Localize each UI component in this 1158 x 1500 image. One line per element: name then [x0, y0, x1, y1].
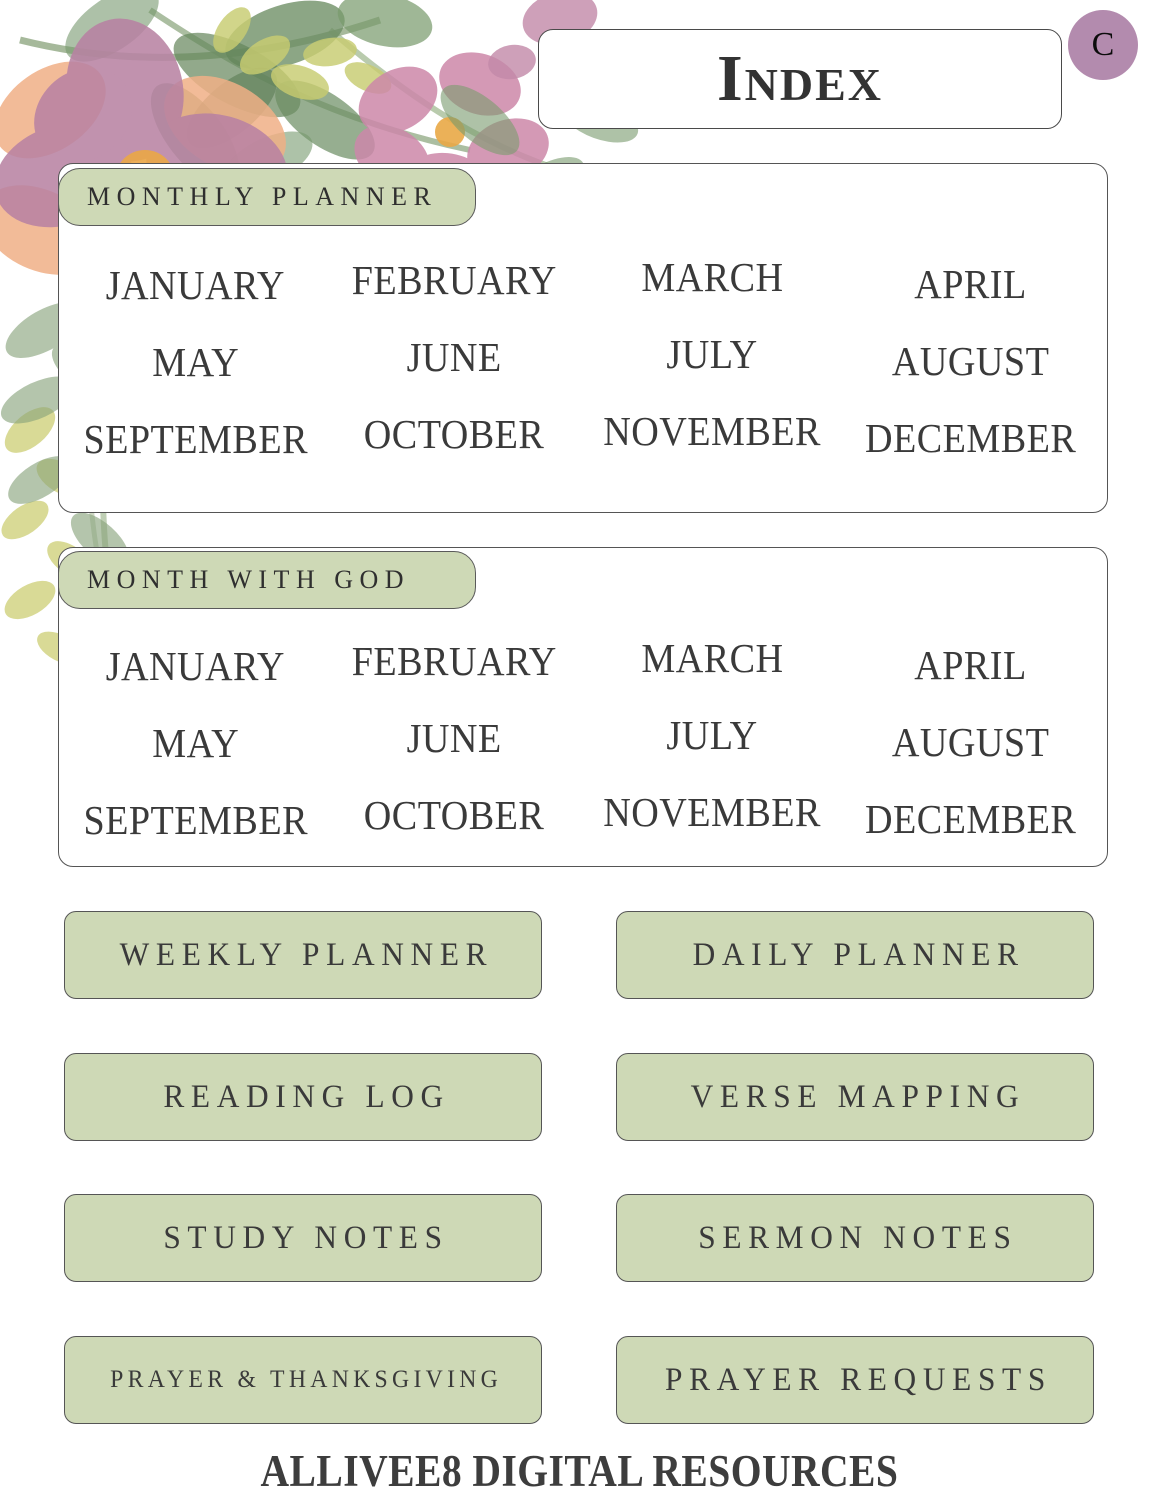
section-label-monthly-planner: MONTHLY PLANNER [58, 168, 476, 226]
month-link-january[interactable]: JANUARY [66, 243, 325, 320]
button-weekly-planner[interactable]: WEEKLY PLANNER [64, 911, 542, 999]
month-link-october[interactable]: OCTOBER [325, 778, 584, 855]
page-title: Index [716, 42, 884, 115]
month-link-february[interactable]: FEBRUARY [325, 624, 584, 701]
button-label: SERMON NOTES [698, 1219, 1018, 1256]
month-label: APRIL [914, 641, 1028, 688]
month-label: MAY [151, 719, 239, 766]
month-label: MARCH [641, 634, 784, 681]
month-link-april[interactable]: APRIL [842, 624, 1101, 701]
month-label: AUGUST [892, 337, 1050, 384]
month-with-god-month-grid: JANUARY FEBRUARY MARCH APRIL MAY JUNE JULY AUGU… [58, 624, 1108, 855]
month-label: JANUARY [105, 261, 285, 308]
month-link-november[interactable]: NOVEMBER [583, 397, 842, 474]
month-link-august[interactable]: AUGUST [842, 701, 1101, 778]
button-label: PRAYER & THANKSGIVING [110, 1366, 503, 1393]
monthly-planner-month-grid: JANUARY FEBRUARY MARCH APRIL MAY JUNE JULY AUGU… [58, 243, 1108, 474]
month-label: SEPTEMBER [82, 415, 308, 462]
month-link-january[interactable]: JANUARY [66, 624, 325, 701]
footer-brand: ALLIVEE8 DIGITAL RESOURCES [0, 1445, 1158, 1497]
month-label: MAY [151, 338, 239, 385]
month-link-september[interactable]: SEPTEMBER [66, 397, 325, 474]
button-verse-mapping[interactable]: VERSE MAPPING [616, 1053, 1094, 1141]
footer-brand-text: ALLIVEE8 DIGITAL RESOURCES [260, 1446, 898, 1496]
corner-badge-letter: C [1091, 26, 1115, 63]
month-label: JULY [666, 330, 758, 377]
month-link-june[interactable]: JUNE [325, 701, 584, 778]
month-label: MARCH [641, 253, 784, 300]
month-label: APRIL [914, 260, 1028, 307]
month-link-may[interactable]: MAY [66, 320, 325, 397]
month-label: SEPTEMBER [82, 796, 308, 843]
month-link-april[interactable]: APRIL [842, 243, 1101, 320]
button-label: READING LOG [163, 1078, 450, 1115]
month-link-august[interactable]: AUGUST [842, 320, 1101, 397]
month-link-february[interactable]: FEBRUARY [325, 243, 584, 320]
month-link-december[interactable]: DECEMBER [842, 397, 1101, 474]
month-label: JUNE [406, 333, 502, 380]
button-reading-log[interactable]: READING LOG [64, 1053, 542, 1141]
section-label-month-with-god: MONTH WITH GOD [58, 551, 476, 609]
month-link-july[interactable]: JULY [583, 701, 842, 778]
button-label: WEEKLY PLANNER [119, 936, 494, 973]
month-link-june[interactable]: JUNE [325, 320, 584, 397]
planner-index-page: Index C MONTHLY PLANNER JANUARY FEBRUARY M… [0, 0, 1158, 1500]
month-label: AUGUST [892, 718, 1050, 765]
page-title-box: Index [538, 29, 1062, 129]
button-label: STUDY NOTES [163, 1219, 450, 1256]
month-link-november[interactable]: NOVEMBER [583, 778, 842, 855]
month-link-may[interactable]: MAY [66, 701, 325, 778]
button-label: VERSE MAPPING [690, 1078, 1026, 1115]
month-label: OCTOBER [363, 791, 545, 838]
month-link-september[interactable]: SEPTEMBER [66, 778, 325, 855]
month-label: FEBRUARY [351, 637, 557, 684]
month-label: FEBRUARY [351, 256, 557, 303]
month-label: DECEMBER [865, 795, 1077, 842]
button-label: DAILY PLANNER [692, 936, 1025, 973]
corner-badge[interactable]: C [1068, 10, 1138, 80]
month-label: OCTOBER [363, 410, 545, 457]
button-sermon-notes[interactable]: SERMON NOTES [616, 1194, 1094, 1282]
month-link-march[interactable]: MARCH [583, 624, 842, 701]
month-label: JUNE [406, 714, 502, 761]
month-label: JULY [666, 711, 758, 758]
button-daily-planner[interactable]: DAILY PLANNER [616, 911, 1094, 999]
month-label: JANUARY [105, 642, 285, 689]
section-label-text: MONTHLY PLANNER [87, 182, 438, 211]
month-link-march[interactable]: MARCH [583, 243, 842, 320]
month-label: NOVEMBER [603, 407, 822, 454]
button-prayer-and-thanksgiving[interactable]: PRAYER & THANKSGIVING [64, 1336, 542, 1424]
month-label: NOVEMBER [603, 788, 822, 835]
month-link-july[interactable]: JULY [583, 320, 842, 397]
button-prayer-requests[interactable]: PRAYER REQUESTS [616, 1336, 1094, 1424]
month-link-october[interactable]: OCTOBER [325, 397, 584, 474]
month-link-december[interactable]: DECEMBER [842, 778, 1101, 855]
section-label-text: MONTH WITH GOD [87, 565, 411, 594]
button-study-notes[interactable]: STUDY NOTES [64, 1194, 542, 1282]
button-label: PRAYER REQUESTS [664, 1361, 1052, 1398]
month-label: DECEMBER [865, 414, 1077, 461]
